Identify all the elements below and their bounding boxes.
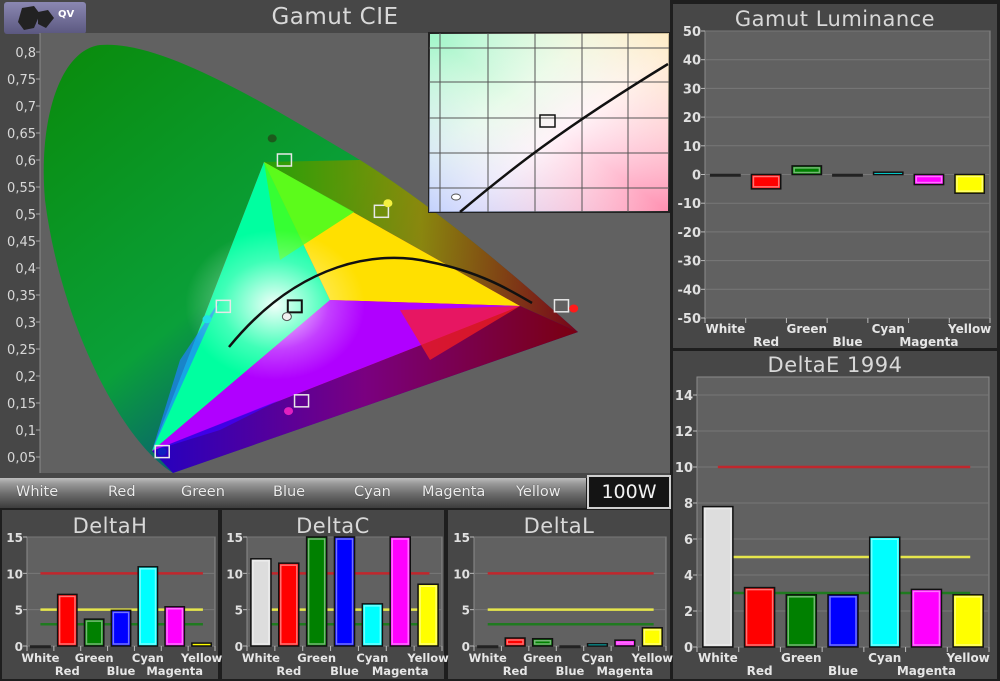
inset-measured-marker <box>451 193 461 201</box>
measured-marker-blue <box>157 447 167 456</box>
y-tick-label: 0,35 <box>7 289 36 304</box>
y-tick-label: 0,3 <box>15 316 36 331</box>
gamut-luminance-title: Gamut Luminance <box>734 7 936 31</box>
white-point-inset <box>428 32 670 213</box>
tab-magenta[interactable]: Magenta <box>422 484 485 500</box>
measured-marker-cyan <box>202 315 212 324</box>
deltae-title: DeltaE 1994 <box>767 353 903 377</box>
tab-red[interactable]: Red <box>108 484 136 500</box>
y-tick-label: 0,45 <box>7 235 36 250</box>
deltah-title: DeltaH <box>72 514 148 538</box>
color-tab-bar: White Red Green Blue Cyan Magenta Yellow <box>0 478 586 508</box>
gamut-luminance-panel: Gamut Luminance <box>673 4 997 348</box>
deltae-panel: DeltaE 1994 <box>673 351 997 679</box>
tab-white[interactable]: White <box>16 484 58 500</box>
cie-diagram: 0,05 0,1 0,15 0,2 0,25 0,3 0,35 0,4 0,45 0,5 0,55 0… <box>7 32 670 473</box>
y-tick-label: 0,4 <box>15 262 36 277</box>
y-tick-label: 0,5 <box>15 208 36 223</box>
deltah-panel: DeltaH <box>2 510 218 679</box>
gamut-cie-panel: QV Gamut CIE 0,05 0,1 0,15 0,2 0,25 0,3 … <box>0 0 670 478</box>
y-tick-label: 0,15 <box>7 397 36 412</box>
mode-badge[interactable]: 100W <box>587 475 671 509</box>
y-tick-label: 0,25 <box>7 343 36 358</box>
measured-marker-red <box>569 304 579 313</box>
measured-marker-green <box>267 134 277 143</box>
deltac-panel: DeltaC <box>222 510 444 679</box>
measured-marker-magenta <box>284 407 294 416</box>
y-tick-label: 0,7 <box>15 100 36 115</box>
measured-marker-white <box>281 312 292 322</box>
tab-yellow[interactable]: Yellow <box>516 484 561 500</box>
y-tick-label: 0,65 <box>7 127 36 142</box>
deltal-panel: DeltaL <box>448 510 670 679</box>
y-tick-label: 0,6 <box>15 154 36 169</box>
y-tick-label: 0,05 <box>7 451 36 466</box>
y-tick-label: 0,8 <box>15 46 36 61</box>
y-tick-label: 0,75 <box>7 73 36 88</box>
y-tick-label: 0,2 <box>15 370 36 385</box>
deltal-title: DeltaL <box>523 514 595 538</box>
tab-blue[interactable]: Blue <box>273 484 305 500</box>
deltac-title: DeltaC <box>296 514 370 538</box>
tab-green[interactable]: Green <box>181 484 225 500</box>
y-tick-label: 0,55 <box>7 181 36 196</box>
y-tick-label: 0,1 <box>15 424 36 439</box>
measured-marker-yellow <box>383 199 393 208</box>
tab-cyan[interactable]: Cyan <box>354 484 391 500</box>
